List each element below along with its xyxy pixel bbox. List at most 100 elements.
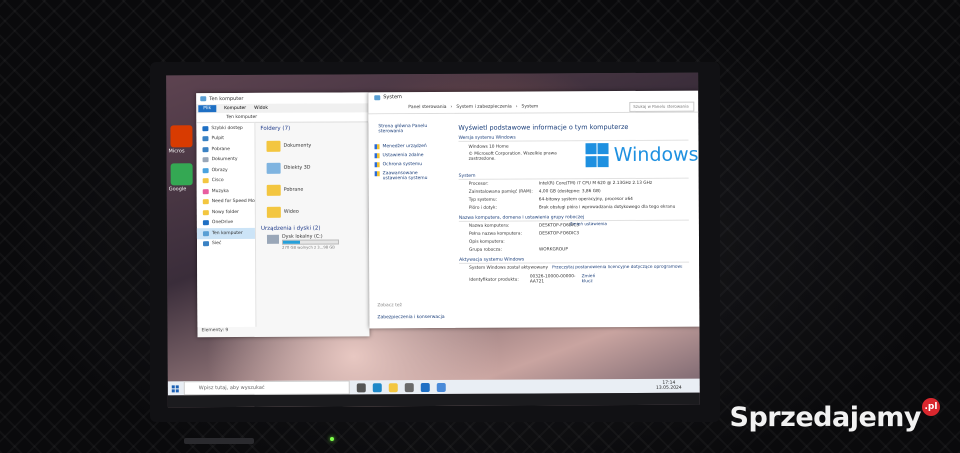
license-link[interactable]: Przeczytaj postanowienia licencyjne doty…: [552, 264, 682, 270]
windows-flag-icon: [585, 143, 609, 167]
security-maintenance-link[interactable]: Zabezpieczenia i konserwacja: [377, 315, 444, 320]
nav-item-icon: [202, 188, 209, 194]
nav-item[interactable]: Nowy folder: [197, 207, 255, 218]
control-panel-search[interactable]: Szukaj w Panelu sterowania: [629, 101, 695, 112]
folder-label: Wideo: [283, 209, 299, 215]
info-row: Pióro i dotyk: Brak obsługi pióra i wprow…: [459, 203, 699, 212]
nav-item-label: Sieć: [212, 241, 222, 247]
taskbar-pinned-icons: [350, 382, 446, 392]
nav-item[interactable]: Pulpit: [196, 133, 254, 144]
product-id-row: Identyfikator produktu: 00326-10000-0000…: [459, 274, 699, 285]
change-settings-link[interactable]: Zmień ustawienia: [570, 221, 607, 226]
folder-pobrane[interactable]: Pobrane: [266, 179, 327, 201]
folder-obiekty-3d[interactable]: Obiekty 3D: [266, 157, 327, 179]
edge-desktop-icon[interactable]: [170, 125, 193, 148]
control-panel-home-link[interactable]: Strona główna Panelu sterowania: [378, 124, 438, 134]
advanced-settings-link[interactable]: Zaawansowane ustawienia systemu: [374, 171, 455, 182]
nav-item[interactable]: Obrazy: [197, 165, 255, 176]
nav-item-icon: [202, 178, 209, 184]
info-value: 4,00 GB (dostępne: 3,86 GB): [538, 188, 601, 194]
nav-item-icon: [202, 220, 209, 226]
nav-item[interactable]: Muzyka: [197, 186, 255, 197]
ribbon-tab-widok[interactable]: Widok: [254, 106, 268, 111]
system-protection-link[interactable]: Ochrona systemu: [374, 162, 455, 168]
explorer-content: Foldery (7) Dokumenty Obiekty 3D Pobrane…: [256, 122, 369, 327]
shield-icon: [374, 153, 380, 159]
nav-item[interactable]: OneDrive: [197, 217, 255, 228]
product-id-value: 00326-10000-00000-AA721: [529, 274, 576, 285]
system-title: System: [383, 94, 402, 101]
nav-item-icon: [202, 136, 209, 142]
mail-icon[interactable]: [420, 382, 430, 392]
info-key: Typ systemu:: [468, 197, 498, 203]
ribbon-tab-komputer[interactable]: Komputer: [224, 106, 246, 111]
chrome-desktop-icon[interactable]: [170, 163, 193, 186]
remote-settings-link[interactable]: Ustawienia zdalne: [374, 153, 455, 159]
info-value: 64-bitowy system operacyjny, procesor x6…: [538, 196, 633, 202]
nav-item[interactable]: Ten komputer: [196, 227, 255, 239]
breadcrumb-system[interactable]: System: [522, 104, 539, 109]
device-manager-link[interactable]: Menedżer urządzeń: [374, 144, 454, 150]
desktop-icon-label: Google: [168, 186, 187, 193]
edge-icon[interactable]: [372, 382, 382, 392]
info-key: Zainstalowana pamięć (RAM):: [468, 188, 533, 195]
start-button[interactable]: [168, 381, 182, 395]
link-label: Zaawansowane ustawienia systemu: [382, 171, 428, 182]
info-value: Brak obsługi pióra i wprowadzania dotyko…: [538, 204, 676, 210]
nav-item[interactable]: Pobrane: [196, 144, 254, 155]
system-clock[interactable]: 17:14 13.05.2024: [656, 381, 700, 391]
nav-item-icon: [202, 230, 209, 236]
nav-item[interactable]: Cisco: [197, 175, 255, 186]
system-heading: Wyświetl podstawowe informacje o tym kom…: [458, 122, 629, 132]
windows-logo-text: Windows: [613, 143, 699, 166]
laptop-screen: Micros Google Ten komputer Plik Komputer…: [166, 72, 700, 408]
info-key: Grupa robocza:: [469, 247, 502, 253]
power-led: [330, 437, 334, 441]
desktop-icon-label: Micros: [168, 148, 185, 155]
system-info-rows: Procesor: Intel(R) Core(TM) i7 CPU M 620 …: [459, 179, 699, 212]
nav-item[interactable]: Need for Speed Mo: [197, 196, 255, 207]
change-key-link[interactable]: Zmień klucz: [582, 274, 605, 284]
nav-item-label: Muzyka: [211, 188, 229, 194]
nav-item-label: Obrazy: [211, 167, 228, 173]
info-key: Procesor:: [468, 181, 489, 187]
folder-icon: [266, 206, 281, 218]
folder-dokumenty[interactable]: Dokumenty: [266, 135, 326, 157]
breadcrumb-separator: ›: [450, 104, 453, 110]
folder-wideo[interactable]: Wideo: [266, 201, 327, 223]
nav-item[interactable]: Sieć: [197, 238, 255, 249]
computer-icon: [200, 96, 207, 102]
nav-item-icon: [202, 125, 209, 131]
link-label: Ochrona systemu: [382, 162, 423, 168]
settings-icon[interactable]: [436, 382, 446, 392]
devices-header[interactable]: Urządzenia i dyski (2): [261, 225, 369, 232]
explorer-nav-pane: Szybki dostęp Pulpit Pobrane Dokumenty Obraz…: [196, 122, 257, 328]
drive-free-space: 270 GB wolnych z 3...98 GB: [282, 244, 335, 250]
clock-date: 13.05.2024: [656, 385, 682, 391]
edition-section: Wersja systemu Windows: [458, 134, 689, 142]
breadcrumb-panel[interactable]: Panel sterowania: [408, 105, 446, 110]
drive-icon: [266, 234, 280, 244]
watermark-brand: Sprzedajemy: [729, 402, 922, 433]
folders-header[interactable]: Foldery (7): [260, 125, 368, 132]
explorer-titlebar: Ten komputer: [196, 92, 369, 105]
drive-c[interactable]: Dysk lokalny (C:) 270 GB wolnych z 3...9…: [266, 234, 369, 250]
folder-icon: [266, 184, 281, 196]
nav-item-label: Cisco: [211, 178, 224, 184]
windows-start-icon: [171, 384, 179, 392]
info-key: Pełna nazwa komputera:: [468, 231, 522, 237]
folder-label: Pobrane: [283, 187, 304, 193]
nav-item-label: Szybki dostęp: [211, 125, 243, 131]
breadcrumb-security[interactable]: System i zabezpieczenia: [456, 105, 511, 110]
ribbon-tab-plik[interactable]: Plik: [198, 105, 217, 113]
task-view-icon[interactable]: [356, 382, 366, 392]
nav-item-icon: [202, 157, 209, 163]
nav-item[interactable]: Szybki dostęp: [196, 123, 254, 134]
explorer-status-bar: Elementy: 9: [201, 328, 229, 334]
nav-item-icon: [202, 146, 209, 152]
taskbar-search[interactable]: Wpisz tutaj, aby wyszukać: [183, 380, 350, 396]
laptop-hinge: [184, 438, 254, 444]
file-explorer-icon[interactable]: [388, 382, 398, 392]
store-icon[interactable]: [404, 382, 414, 392]
nav-item[interactable]: Dokumenty: [197, 154, 255, 165]
